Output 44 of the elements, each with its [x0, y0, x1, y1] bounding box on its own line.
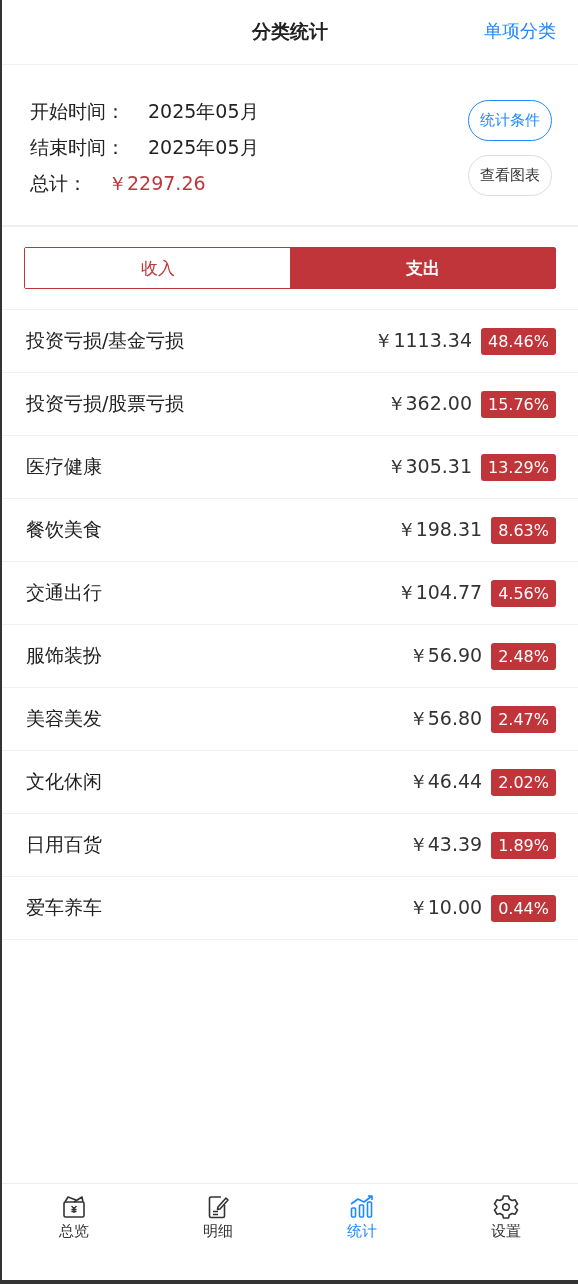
summary-label: 开始时间： — [30, 99, 126, 124]
chart-button[interactable]: 查看图表 — [468, 155, 552, 196]
summary-label: 总计： — [30, 171, 88, 196]
filter-button[interactable]: 统计条件 — [468, 100, 552, 141]
category-amount: ￥198.31 — [396, 517, 483, 542]
percent-badge: 2.02% — [491, 768, 556, 796]
category-amount: ￥104.77 — [396, 580, 483, 605]
category-name: 日用百货 — [26, 832, 102, 857]
category-amount: ￥10.00 — [408, 895, 483, 920]
category-amount: ￥1113.34 — [374, 328, 472, 353]
category-name: 爱车养车 — [26, 895, 102, 920]
category-name: 餐饮美食 — [26, 517, 102, 542]
category-amount: ￥46.44 — [408, 769, 483, 794]
percent-badge: 2.48% — [491, 642, 556, 670]
percent-badge: 15.76% — [481, 390, 556, 418]
percent-badge: 48.46% — [481, 327, 556, 355]
page-title: 分类统计 — [252, 19, 328, 44]
percent-badge: 0.44% — [491, 894, 556, 922]
category-name: 医疗健康 — [26, 454, 102, 479]
category-name: 服饰装扮 — [26, 643, 102, 668]
category-amount: ￥305.31 — [386, 454, 472, 479]
settings-icon — [493, 1194, 519, 1220]
percent-badge: 2.47% — [491, 705, 556, 733]
date-value: 2025年05月 — [148, 135, 259, 160]
category-amount: ￥56.90 — [408, 643, 483, 668]
category-amount: ￥56.80 — [408, 706, 483, 731]
single-category-link[interactable]: 单项分类 — [484, 19, 556, 43]
category-amount: ￥43.39 — [408, 832, 483, 857]
category-name: 投资亏损/股票亏损 — [26, 391, 185, 416]
percent-badge: 8.63% — [491, 516, 556, 544]
category-name: 美容美发 — [26, 706, 102, 731]
category-name: 交通出行 — [26, 580, 102, 605]
category-name: 投资亏损/基金亏损 — [26, 328, 185, 353]
category-amount: ￥362.00 — [386, 391, 472, 416]
percent-badge: 4.56% — [491, 579, 556, 607]
wallet-icon — [61, 1194, 87, 1220]
segment-tab[interactable]: 支出 — [290, 248, 555, 288]
bar-chart-icon — [349, 1194, 375, 1220]
category-name: 文化休闲 — [26, 769, 102, 794]
date-value: 2025年05月 — [148, 99, 259, 124]
summary-label: 结束时间： — [30, 135, 126, 160]
percent-badge: 1.89% — [491, 831, 556, 859]
total-amount: ￥2297.26 — [108, 171, 206, 196]
percent-badge: 13.29% — [481, 453, 556, 481]
